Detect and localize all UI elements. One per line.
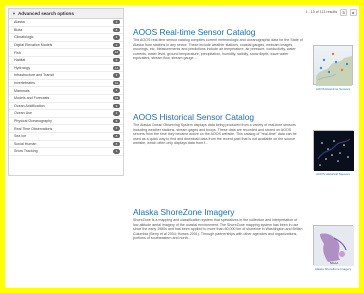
facet-label: Hydrology (14, 65, 31, 70)
facet-count-badge: 2 (113, 42, 120, 48)
result-thumbnail-caption[interactable]: Alaska ShoreZone Imagery (313, 267, 353, 271)
night-map-thumbnail-icon (314, 131, 354, 171)
facet-count-badge: 8 (113, 134, 120, 139)
facet-item[interactable]: Habitat 6 (9, 57, 123, 65)
facet-item[interactable]: Biota 8 (9, 27, 123, 35)
facet-label: Models and Forecasts (14, 96, 50, 101)
facet-count-badge: 8 (113, 27, 120, 33)
advanced-search-title: Advanced search options (17, 11, 74, 16)
facet-item[interactable]: Physical Oceanography 8 (9, 118, 123, 126)
facet-label: Fish (14, 50, 21, 55)
facet-item[interactable]: Hydrology 14 (9, 65, 123, 73)
facet-item[interactable]: Infrastructure and Transit 3 (9, 72, 123, 80)
thumbnail-text: NOAA (330, 261, 339, 265)
facet-item[interactable]: Digital Elevation Models 2 (9, 42, 123, 50)
map-thumbnail-icon (316, 52, 352, 86)
result-thumbnail-caption[interactable]: AOOS Real-time Sensors (313, 87, 353, 91)
facet-label: Alaska (14, 20, 25, 25)
result-thumbnail[interactable]: NOAA (313, 225, 354, 266)
facet-label: Ocean Use (14, 111, 32, 116)
facet-count-badge: 2 (113, 88, 120, 93)
facet-item[interactable]: Alaska 3 (9, 19, 123, 27)
facet-item[interactable]: Climatologic 4 (9, 34, 123, 42)
result-description: The Alaska Ocean Observing System displa… (133, 123, 297, 146)
facet-label: Infrastructure and Transit (14, 73, 54, 78)
result-description: ShoreZone is a mapping and classificatio… (133, 218, 303, 241)
facet-label: Climatologic (14, 35, 34, 40)
result-title-link[interactable]: Alaska ShoreZone Imagery (133, 207, 355, 217)
facet-label: Mammals (14, 88, 30, 93)
facet-count-badge: 1 (113, 149, 120, 154)
result-title-link[interactable]: AOOS Real-time Sensor Catalog (133, 27, 355, 37)
facet-label: Real Time Observations (14, 126, 53, 131)
facet-item[interactable]: Real Time Observations 3 (9, 125, 123, 133)
facet-count-badge: 3 (113, 73, 120, 78)
facet-label: Digital Elevation Models (14, 43, 53, 48)
facet-label: Social Human (14, 141, 37, 146)
facet-item[interactable]: Ocean Acidification 3 (9, 103, 123, 111)
facet-count-badge: 6 (113, 58, 120, 63)
facet-count-badge: 3 (113, 103, 120, 109)
facet-count-badge: 11 (113, 80, 120, 86)
facet-item[interactable]: Invertebrates 11 (9, 80, 123, 88)
results-summary: 1 - 10 of 113 results (305, 10, 338, 14)
facet-count-badge: 14 (113, 65, 120, 71)
result-description: The AOOS real-time sensor catalog compil… (133, 38, 303, 61)
advanced-search-toggle[interactable]: ▼ Advanced search options (9, 9, 123, 19)
result-title-link[interactable]: AOOS Historical Sensor Catalog (133, 112, 355, 122)
facet-count-badge: 12 (113, 50, 120, 55)
facet-item[interactable]: Social Human 8 (9, 141, 123, 149)
result-item: Alaska ShoreZone Imagery ShoreZone is a … (133, 207, 355, 287)
result-item: AOOS Real-time Sensor Catalog The AOOS r… (133, 27, 355, 107)
facet-label: Snow Tracking (14, 149, 38, 154)
pager: 1 - 10 of 113 results 3 ▸ (273, 8, 357, 16)
facet-label: Physical Oceanography (14, 119, 52, 124)
facet-label: Habitat (14, 58, 26, 63)
facet-count-badge: 2 (113, 111, 120, 116)
facet-list: Alaska 3 Biota 8 Climatologic 4 Digital Elevat… (9, 19, 123, 156)
facet-item[interactable]: Mammals 2 (9, 87, 123, 95)
page-number-button[interactable]: 3 (340, 8, 347, 16)
facet-count-badge: 19 (113, 96, 120, 101)
caret-down-icon: ▼ (12, 11, 16, 16)
facet-count-badge: 8 (113, 141, 120, 146)
facet-count-badge: 4 (113, 35, 120, 40)
facet-item[interactable]: Models and Forecasts 19 (9, 95, 123, 103)
facet-item[interactable]: Fish 12 (9, 49, 123, 57)
facet-label: Biota (14, 27, 23, 32)
facet-label: Ocean Acidification (14, 103, 45, 108)
facet-label: Invertebrates (14, 81, 35, 86)
advanced-search-panel: ▼ Advanced search options Alaska 3 Biota 8 C… (8, 8, 124, 176)
facet-item[interactable]: Sea Ice 8 (9, 133, 123, 141)
facet-count-badge: 8 (113, 118, 120, 124)
facet-count-badge: 3 (113, 126, 120, 131)
result-thumbnail[interactable] (313, 45, 353, 86)
next-arrow-icon[interactable]: ▸ (350, 8, 357, 16)
result-thumbnail-caption[interactable]: AOOS Historical Sensors (313, 172, 353, 176)
coastline-map-thumbnail-icon: NOAA (314, 226, 354, 266)
facet-label: Sea Ice (14, 134, 27, 139)
facet-item[interactable]: Snow Tracking 1 (9, 148, 123, 156)
page-frame: ▼ Advanced search options Alaska 3 Biota 8 C… (5, 5, 359, 288)
result-thumbnail[interactable] (313, 130, 354, 171)
result-item: AOOS Historical Sensor Catalog The Alask… (133, 112, 355, 197)
facet-item[interactable]: Ocean Use 2 (9, 110, 123, 118)
facet-count-badge: 3 (113, 20, 120, 25)
